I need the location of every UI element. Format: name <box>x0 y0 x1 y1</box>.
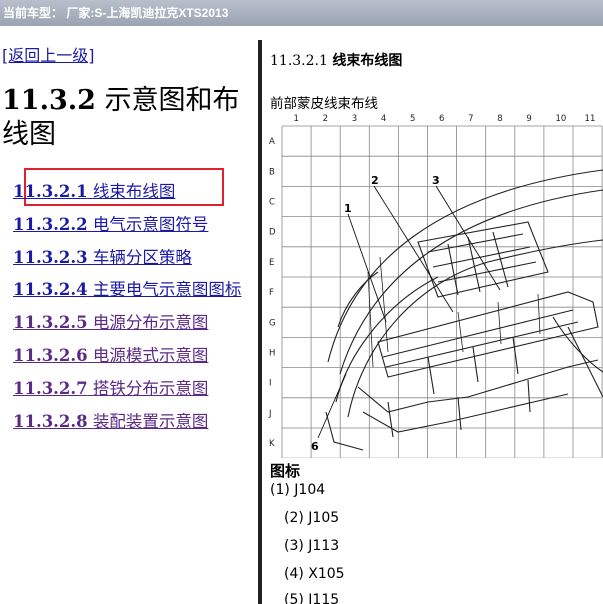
toc-num: 11.3.2.5 <box>13 313 88 333</box>
grid-column-label: 9 <box>526 114 531 124</box>
page-title-number: 11.3.2 <box>2 85 96 116</box>
wiring-diagram: 1234567891011ABCDEFGHIJKL <box>268 114 603 458</box>
grid-column-label: 7 <box>468 114 473 124</box>
toc-num: 11.3.2.7 <box>13 378 88 398</box>
toc-label: 线束布线图 <box>92 182 176 201</box>
toc-item: 11.3.2.6 电源模式示意图 <box>13 342 241 375</box>
callout-2: 2 <box>371 174 379 187</box>
toc-link-power-distribution[interactable]: 11.3.2.5 电源分布示意图 <box>13 313 208 332</box>
legend-title: 图标 <box>270 462 301 480</box>
toc-link-schematic-icons[interactable]: 11.3.2.4 主要电气示意图图标 <box>13 280 241 299</box>
toc-label: 车辆分区策略 <box>92 247 192 267</box>
toc-link-schematic-symbols[interactable]: 11.3.2.2 电气示意图符号 <box>13 215 208 234</box>
toc-item: 11.3.2.3 车辆分区策略 <box>13 244 241 277</box>
grid-column-label: 2 <box>323 114 328 124</box>
toc-label: 电气示意图符号 <box>92 214 209 234</box>
callout-leaders <box>317 185 501 439</box>
grid-row-label: D <box>269 228 276 238</box>
grid-row-label: E <box>269 258 274 268</box>
toc-label: 电源分布示意图 <box>92 313 209 333</box>
toc-item: 11.3.2.8 装配装置示意图 <box>13 408 241 441</box>
grid-row-label: J <box>268 409 272 419</box>
toc-link-ground-distribution[interactable]: 11.3.2.7 搭铁分布示意图 <box>13 379 208 398</box>
toc-label: 装配装置示意图 <box>92 411 209 431</box>
toc-num: 11.3.2.1 <box>13 182 88 201</box>
grid-column-label: 5 <box>410 114 415 124</box>
toc-item: 11.3.2.7 搭铁分布示意图 <box>13 375 241 408</box>
toc-num: 11.3.2.4 <box>13 280 88 300</box>
section-title-number: 11.3.2.1 <box>270 53 328 69</box>
toc-label: 搭铁分布示意图 <box>92 378 209 398</box>
callout-1: 1 <box>344 202 352 215</box>
back-link[interactable]: [返回上一级] <box>2 42 95 66</box>
toc-link-wiring-routing[interactable]: 11.3.2.1 线束布线图 <box>13 182 175 201</box>
callout-6: 6 <box>311 440 319 453</box>
toc-num: 11.3.2.2 <box>13 214 88 234</box>
toc-num: 11.3.2.6 <box>13 345 88 365</box>
toc-num: 11.3.2.8 <box>13 411 88 431</box>
grid-column-label: 8 <box>497 114 502 124</box>
current-vehicle-label: 当前车型： 厂家:S-上海凯迪拉克XTS2013 <box>3 6 229 20</box>
grid-row-label: K <box>269 439 275 449</box>
toc-item: 11.3.2.4 主要电气示意图图标 <box>13 276 241 309</box>
front-fascia-drawing <box>325 169 603 451</box>
toc-label: 主要电气示意图图标 <box>92 280 242 300</box>
content-pane: 11.3.2.1 线束布线图 前部蒙皮线束布线 1 2 3 4 5 6 7 8 9 10 11 A B C… <box>262 26 603 604</box>
grid-row-label: F <box>269 288 274 298</box>
section-title-text: 线束布线图 <box>332 53 403 69</box>
grid-row-label: C <box>269 198 275 208</box>
legend-item: (5) J115 <box>284 592 340 604</box>
grid-row-label: I <box>269 379 272 389</box>
grid-column-label: 11 <box>585 114 596 124</box>
grid-row-label: G <box>269 318 276 328</box>
diagram-subtitle: 前部蒙皮线束布线 <box>270 96 378 112</box>
legend-item: (3) J113 <box>284 538 340 554</box>
callout-3: 3 <box>432 174 440 187</box>
toc-pane: [返回上一级] 11.3.2 示意图和布线图 11.3.2.1 线束布线图 11… <box>0 26 258 604</box>
grid-column-label: 6 <box>439 114 444 124</box>
section-title: 11.3.2.1 线束布线图 <box>270 50 402 70</box>
legend-item: (1) J104 <box>270 482 326 498</box>
grid-row-label: H <box>269 349 275 359</box>
toc-label: 电源模式示意图 <box>92 345 209 365</box>
toc-link-assembly-devices[interactable]: 11.3.2.8 装配装置示意图 <box>13 412 208 431</box>
toc-item: 11.3.2.5 电源分布示意图 <box>13 309 241 342</box>
grid-row-label: B <box>269 167 275 177</box>
toc-num: 11.3.2.3 <box>13 247 88 267</box>
grid-column-label: 10 <box>555 114 566 124</box>
toc-list: 11.3.2.1 线束布线图 11.3.2.2 电气示意图符号 11.3.2.3… <box>13 178 241 440</box>
toc-item: 11.3.2.1 线束布线图 <box>13 178 241 211</box>
grid-column-label: 3 <box>352 114 357 124</box>
page-title: 11.3.2 示意图和布线图 <box>2 84 254 152</box>
toc-item: 11.3.2.2 电气示意图符号 <box>13 211 241 244</box>
window-title-bar: 当前车型： 厂家:S-上海凯迪拉克XTS2013 <box>0 0 603 26</box>
grid-column-label: 4 <box>381 114 386 124</box>
toc-link-zoning-strategy[interactable]: 11.3.2.3 车辆分区策略 <box>13 248 192 267</box>
toc-link-power-mode[interactable]: 11.3.2.6 电源模式示意图 <box>13 346 208 365</box>
legend-item: (4) X105 <box>284 566 345 582</box>
grid-row-label: A <box>269 137 275 147</box>
grid-column-label: 1 <box>294 114 299 124</box>
legend-item: (2) J105 <box>284 510 340 526</box>
